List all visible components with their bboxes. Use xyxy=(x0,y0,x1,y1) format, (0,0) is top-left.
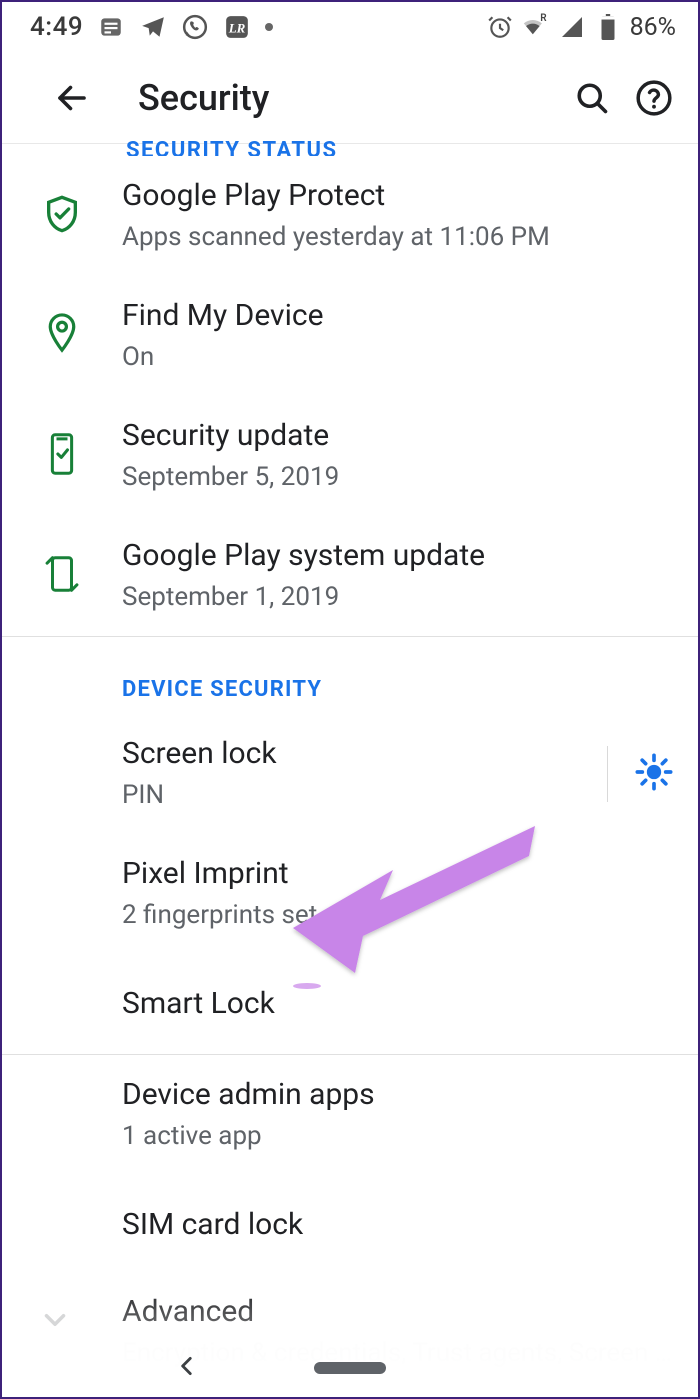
row-screen-lock[interactable]: Screen lock PIN xyxy=(2,714,698,834)
row-title: SIM card lock xyxy=(122,1206,674,1244)
row-subtitle: 2 fingerprints set up xyxy=(122,899,674,933)
settings-list[interactable]: SECURITY STATUS Google Play Protect Apps… xyxy=(2,138,698,1370)
row-subtitle: September 5, 2019 xyxy=(122,461,674,495)
row-play-system-update[interactable]: Google Play system update September 1, 2… xyxy=(2,516,698,636)
row-subtitle: PIN xyxy=(122,779,589,813)
nav-home-pill[interactable] xyxy=(314,1362,386,1374)
phone-refresh-icon xyxy=(43,552,81,600)
battery-icon xyxy=(594,13,622,41)
section-header-device-security: DEVICE SECURITY xyxy=(2,637,698,714)
row-sim-card-lock[interactable]: SIM card lock xyxy=(2,1175,698,1275)
row-title: Advanced xyxy=(122,1293,674,1331)
telegram-icon xyxy=(139,13,167,41)
lr-app-icon: LR xyxy=(223,13,251,41)
row-smart-lock[interactable]: Smart Lock xyxy=(2,954,698,1054)
row-title: Smart Lock xyxy=(122,985,674,1023)
alarm-icon xyxy=(486,13,514,41)
row-google-play-protect[interactable]: Google Play Protect Apps scanned yesterd… xyxy=(2,156,698,276)
row-title: Google Play system update xyxy=(122,537,674,575)
row-subtitle: On xyxy=(122,341,674,375)
row-find-my-device[interactable]: Find My Device On xyxy=(2,276,698,396)
back-icon[interactable] xyxy=(50,76,94,120)
search-icon[interactable] xyxy=(570,76,614,120)
status-time: 4:49 xyxy=(30,12,83,42)
navigation-bar xyxy=(4,1341,696,1395)
app-bar: Security xyxy=(2,52,698,144)
wifi-icon: R xyxy=(522,13,550,41)
help-icon[interactable] xyxy=(632,76,676,120)
svg-text:LR: LR xyxy=(228,20,246,35)
row-title: Pixel Imprint xyxy=(122,855,674,893)
row-title: Security update xyxy=(122,417,674,455)
whatsapp-icon xyxy=(181,13,209,41)
status-bar: 4:49 LR R 86% xyxy=(2,2,698,52)
row-security-update[interactable]: Security update September 5, 2019 xyxy=(2,396,698,516)
overflow-dot-icon xyxy=(265,23,273,31)
row-device-admin-apps[interactable]: Device admin apps 1 active app xyxy=(2,1055,698,1175)
signal-icon xyxy=(558,13,586,41)
row-subtitle: 1 active app xyxy=(122,1120,674,1154)
messages-icon xyxy=(97,13,125,41)
vertical-divider xyxy=(607,746,608,802)
chevron-down-icon xyxy=(38,1303,72,1341)
row-title: Device admin apps xyxy=(122,1076,674,1114)
page-title: Security xyxy=(138,77,269,119)
row-title: Google Play Protect xyxy=(122,177,674,215)
nav-back-icon[interactable] xyxy=(174,1353,200,1383)
row-pixel-imprint[interactable]: Pixel Imprint 2 fingerprints set up xyxy=(2,834,698,954)
row-subtitle: September 1, 2019 xyxy=(122,581,674,615)
location-pin-icon xyxy=(43,312,81,360)
row-title: Find My Device xyxy=(122,297,674,335)
phone-check-icon xyxy=(45,432,79,480)
shield-check-icon xyxy=(42,194,82,238)
battery-percent: 86% xyxy=(630,13,676,42)
section-header-security-status: SECURITY STATUS xyxy=(2,138,698,156)
row-title: Screen lock xyxy=(122,735,589,773)
row-subtitle: Apps scanned yesterday at 11:06 PM xyxy=(122,221,674,255)
gear-icon[interactable] xyxy=(634,752,674,796)
